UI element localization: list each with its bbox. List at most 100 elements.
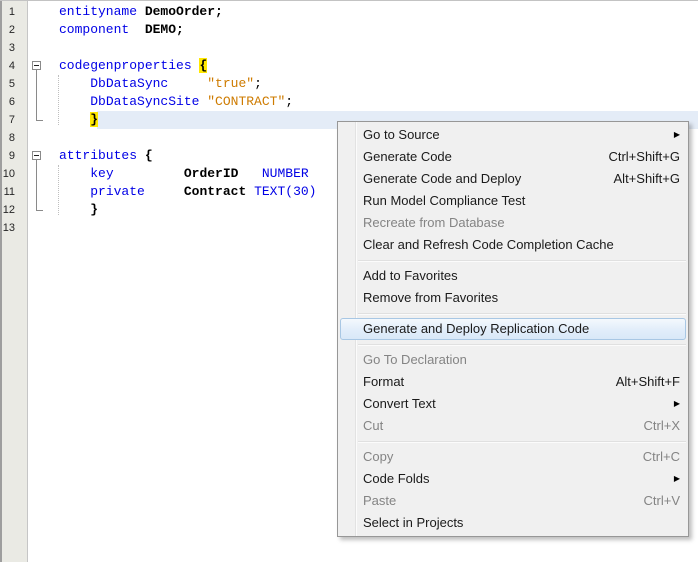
menu-item-go-to-source[interactable]: Go to Source ▶	[338, 124, 688, 146]
menu-item-label: Generate Code and Deploy	[363, 168, 521, 190]
menu-item-format[interactable]: Format Alt+Shift+F	[338, 371, 688, 393]
fold-guide-end	[36, 120, 43, 121]
code-token: DemoOrder;	[145, 4, 223, 19]
menu-item-generate-and-deploy-replication-code[interactable]: Generate and Deploy Replication Code	[340, 318, 686, 340]
code-token	[59, 76, 90, 91]
code-token	[145, 184, 184, 199]
menu-item-label: Run Model Compliance Test	[363, 190, 525, 212]
menu-item-label: Go to Source	[363, 124, 440, 146]
menu-item-label: Format	[363, 371, 404, 393]
menu-separator	[358, 344, 686, 346]
menu-item-generate-code[interactable]: Generate Code Ctrl+Shift+G	[338, 146, 688, 168]
line-number: 3	[0, 39, 27, 57]
code-token	[59, 166, 90, 181]
code-line-5[interactable]: DbDataSync "true";	[47, 75, 698, 93]
line-number: 6	[0, 93, 27, 111]
code-token: {	[145, 148, 153, 163]
menu-item-shortcut: Ctrl+Shift+G	[608, 146, 680, 168]
fold-guide-line	[36, 160, 37, 210]
menu-item-label: Remove from Favorites	[363, 287, 498, 309]
code-token: codegenproperties	[59, 58, 192, 73]
line-number: 11	[0, 183, 27, 201]
fold-collapse-icon[interactable]	[32, 61, 41, 70]
matched-brace: }	[90, 112, 98, 127]
code-token: component	[59, 22, 129, 37]
code-token: DEMO;	[145, 22, 184, 37]
menu-item-shortcut: Ctrl+V	[644, 490, 680, 512]
menu-item-cut: Cut Ctrl+X	[338, 415, 688, 437]
code-token	[129, 22, 145, 37]
code-line-1[interactable]: entityname DemoOrder;	[47, 3, 698, 21]
context-menu: Go to Source▶Generate CodeCtrl+Shift+GGe…	[337, 121, 689, 537]
menu-item-code-folds[interactable]: Code Folds ▶	[338, 468, 688, 490]
code-token: "true"	[207, 76, 254, 91]
minus-icon	[34, 155, 39, 156]
menu-item-label: Cut	[363, 415, 383, 437]
menu-item-shortcut: Alt+Shift+G	[614, 168, 680, 190]
code-token	[59, 202, 90, 217]
submenu-arrow-icon: ▶	[674, 124, 680, 146]
menu-item-run-model-compliance-test[interactable]: Run Model Compliance Test	[338, 190, 688, 212]
menu-separator	[358, 260, 686, 262]
matched-brace: {	[199, 58, 207, 73]
line-number: 9	[0, 147, 27, 165]
fold-guide-line	[36, 70, 37, 120]
menu-item-remove-from-favorites[interactable]: Remove from Favorites	[338, 287, 688, 309]
code-token: attributes	[59, 148, 137, 163]
code-fold-bar	[28, 1, 47, 562]
line-number: 13	[0, 219, 27, 237]
menu-item-shortcut: Ctrl+X	[644, 415, 680, 437]
menu-item-generate-code-and-deploy[interactable]: Generate Code and Deploy Alt+Shift+G	[338, 168, 688, 190]
code-token	[168, 76, 207, 91]
line-number: 4	[0, 57, 27, 75]
menu-item-label: Code Folds	[363, 468, 429, 490]
menu-item-copy: CopyCtrl+C	[338, 446, 688, 468]
editor-window: 12345678910111213 entityname DemoOrder;c…	[0, 0, 698, 562]
menu-item-label: Generate and Deploy Replication Code	[363, 318, 589, 340]
menu-item-convert-text[interactable]: Convert Text ▶	[338, 393, 688, 415]
line-number-gutter: 12345678910111213	[0, 1, 28, 562]
menu-item-label: Convert Text	[363, 393, 436, 415]
code-token: "CONTRACT"	[207, 94, 285, 109]
code-token: OrderID	[184, 166, 239, 181]
line-number: 12	[0, 201, 27, 219]
menu-item-label: Paste	[363, 490, 396, 512]
menu-item-clear-and-refresh-code-completion-cache[interactable]: Clear and Refresh Code Completion Cache	[338, 234, 688, 256]
minus-icon	[34, 65, 39, 66]
code-token	[137, 4, 145, 19]
code-token	[114, 166, 184, 181]
menu-item-shortcut: Alt+Shift+F	[616, 371, 680, 393]
submenu-arrow-icon: ▶	[674, 468, 680, 490]
menu-item-label: Add to Favorites	[363, 265, 458, 287]
fold-guide-end	[36, 210, 43, 211]
code-token: ;	[285, 94, 293, 109]
menu-item-label: Generate Code	[363, 146, 452, 168]
menu-separator	[358, 313, 686, 315]
code-token: DbDataSyncSite	[90, 94, 199, 109]
fold-collapse-icon[interactable]	[32, 151, 41, 160]
code-line-6[interactable]: DbDataSyncSite "CONTRACT";	[47, 93, 698, 111]
menu-item-add-to-favorites[interactable]: Add to Favorites	[338, 265, 688, 287]
line-number: 5	[0, 75, 27, 93]
line-number: 7	[0, 111, 27, 129]
submenu-arrow-icon: ▶	[674, 393, 680, 415]
code-token	[238, 166, 261, 181]
code-token: }	[90, 202, 98, 217]
menu-separator	[358, 441, 686, 443]
line-number: 1	[0, 3, 27, 21]
menu-item-recreate-from-database: Recreate from Database	[338, 212, 688, 234]
editor-left-border	[0, 1, 2, 562]
code-token: entityname	[59, 4, 137, 19]
code-line-4[interactable]: codegenproperties {	[47, 57, 698, 75]
code-token: ;	[254, 76, 262, 91]
menu-item-label: Clear and Refresh Code Completion Cache	[363, 234, 614, 256]
menu-item-label: Copy	[363, 446, 393, 468]
code-token: key	[90, 166, 113, 181]
menu-item-select-in-projects[interactable]: Select in Projects	[338, 512, 688, 534]
code-token: DbDataSync	[90, 76, 168, 91]
code-token: TEXT(30)	[254, 184, 316, 199]
code-token	[246, 184, 254, 199]
code-line-2[interactable]: component DEMO;	[47, 21, 698, 39]
code-line-3[interactable]	[47, 39, 698, 57]
menu-item-go-to-declaration: Go To Declaration	[338, 349, 688, 371]
